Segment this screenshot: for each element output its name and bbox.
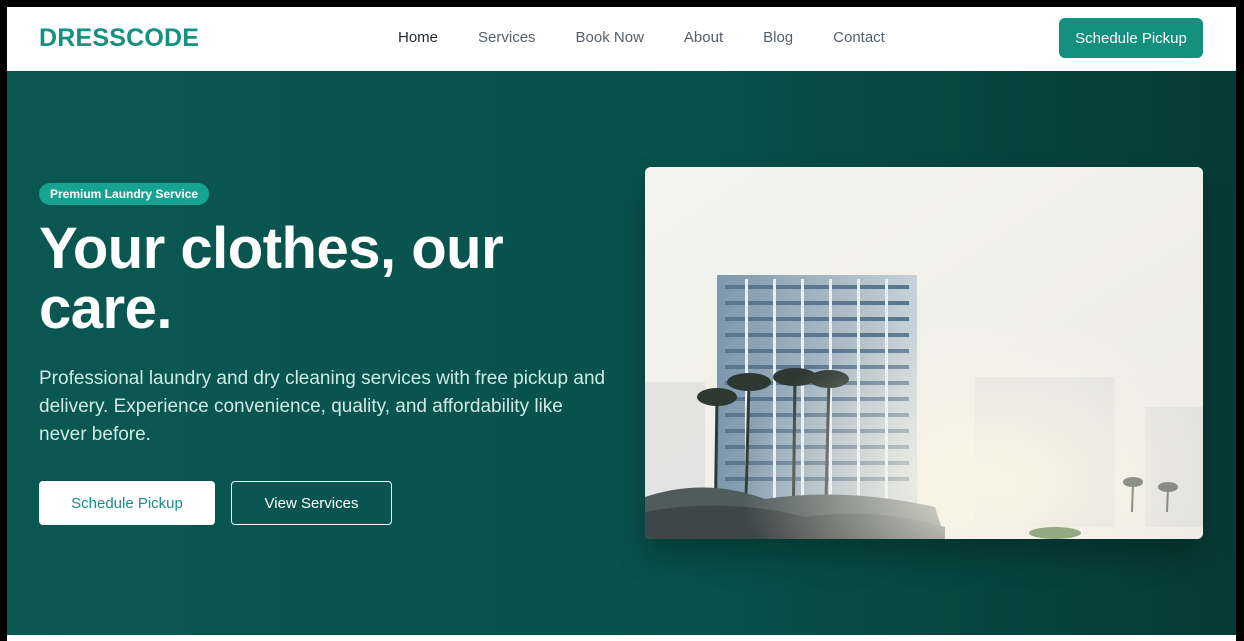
schedule-pickup-nav-button[interactable]: Schedule Pickup: [1059, 18, 1203, 58]
hero-headline: Your clothes, our care.: [39, 216, 504, 341]
nav-link-blog[interactable]: Blog: [763, 29, 793, 46]
hero-subtext: Professional laundry and dry cleaning se…: [39, 368, 606, 445]
nav-links: Home Services Book Now About Blog Contac…: [398, 29, 925, 46]
nav-link-services[interactable]: Services: [478, 29, 536, 46]
nav-link-book-now[interactable]: Book Now: [576, 29, 644, 46]
view-services-button[interactable]: View Services: [231, 481, 392, 525]
building-photo-icon: [645, 167, 1203, 539]
nav-link-contact[interactable]: Contact: [833, 29, 885, 46]
navbar: DRESSCODE Home Services Book Now About B…: [7, 7, 1236, 71]
page-frame: DRESSCODE Home Services Book Now About B…: [7, 7, 1236, 641]
schedule-pickup-button[interactable]: Schedule Pickup: [39, 481, 215, 525]
nav-link-home[interactable]: Home: [398, 29, 438, 46]
next-section-edge: [7, 635, 1236, 641]
brand-logo[interactable]: DRESSCODE: [39, 24, 199, 53]
hero-image: [645, 167, 1203, 539]
hero-badge: Premium Laundry Service: [39, 183, 210, 205]
hero-section: Premium Laundry Service Your clothes, ou…: [7, 71, 1236, 635]
nav-link-about[interactable]: About: [684, 29, 723, 46]
